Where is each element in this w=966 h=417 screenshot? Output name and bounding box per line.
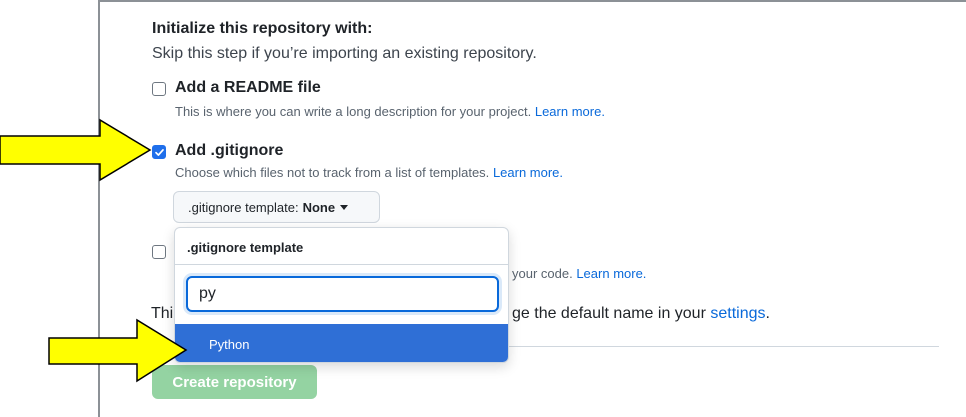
annotation-arrow-bottom-icon xyxy=(48,318,188,383)
